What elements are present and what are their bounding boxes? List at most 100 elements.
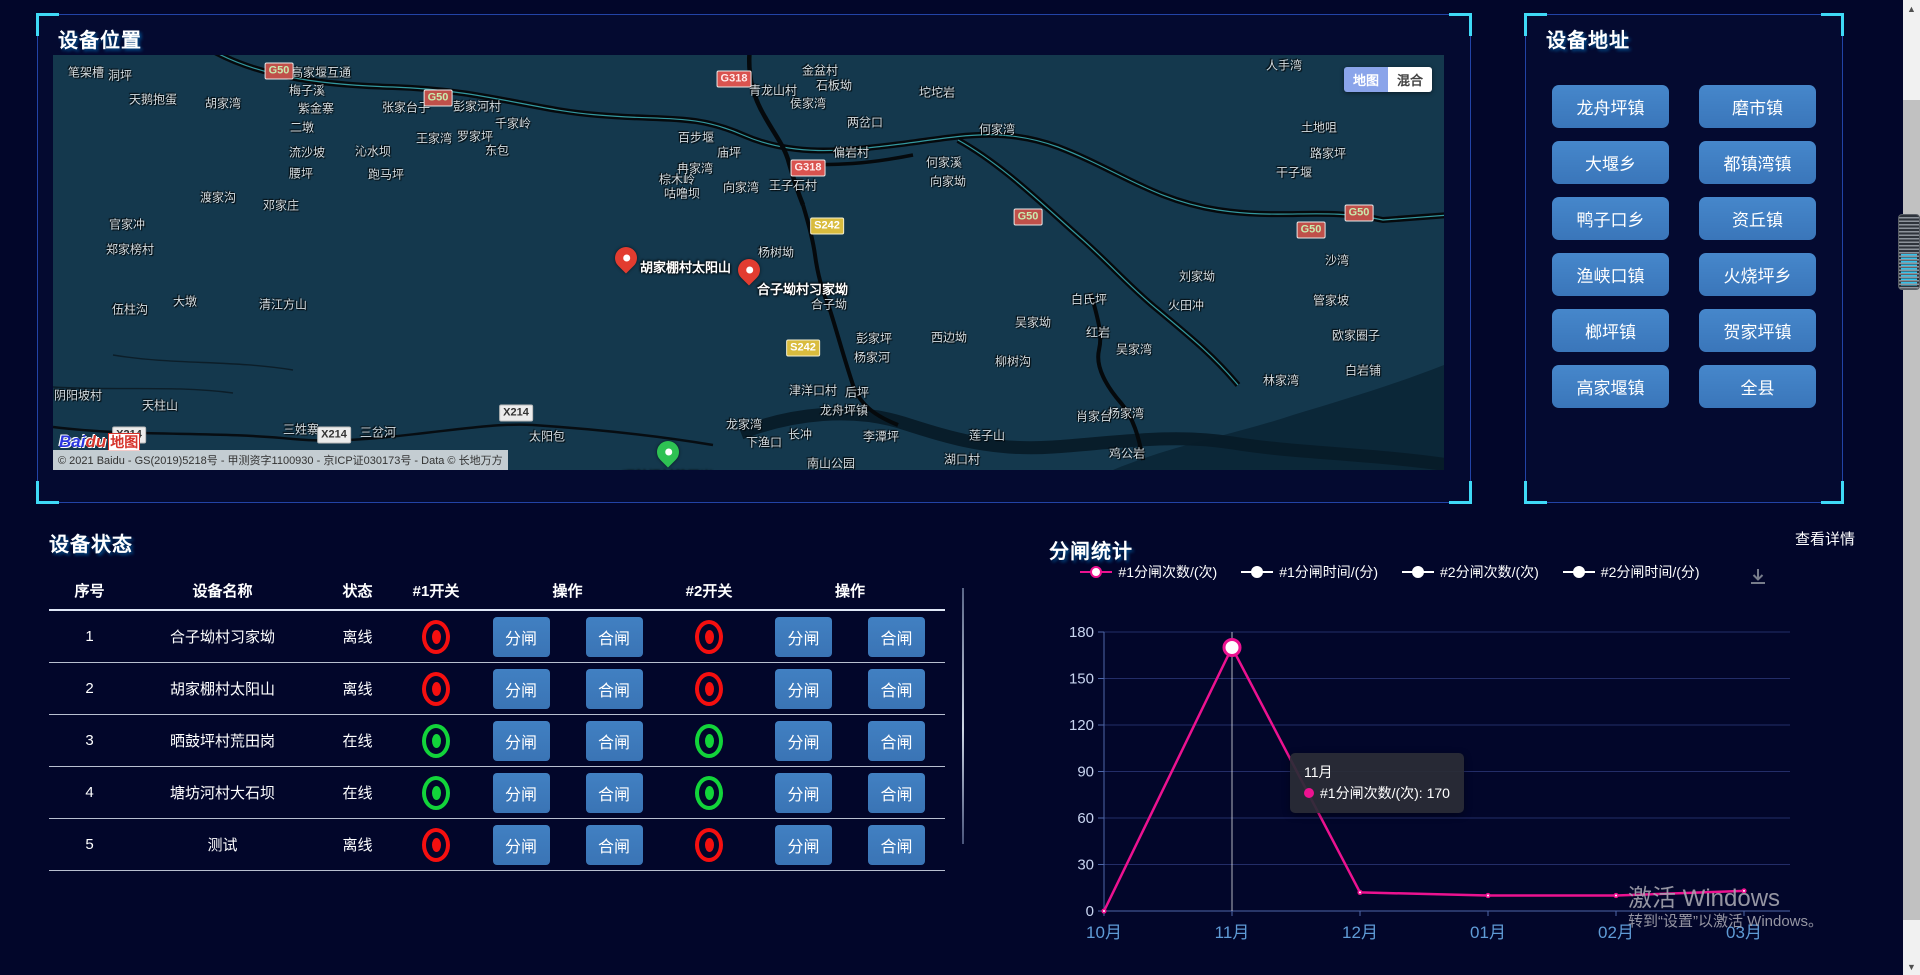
- open-switch-button[interactable]: 分闸: [775, 669, 832, 709]
- address-button[interactable]: 火烧坪乡: [1699, 253, 1816, 296]
- close-switch-button[interactable]: 合闸: [868, 721, 925, 761]
- address-button[interactable]: 渔峡口镇: [1552, 253, 1669, 296]
- baidu-logo: Baidu地图: [59, 432, 140, 452]
- svg-text:12月: 12月: [1342, 923, 1378, 942]
- address-button[interactable]: 都镇湾镇: [1699, 141, 1816, 184]
- table-row: 4塘坊河村大石坝在线分闸合闸分闸合闸: [49, 767, 945, 819]
- device-status: 离线: [315, 834, 400, 855]
- corner-bracket: [36, 13, 59, 36]
- device-status: 在线: [315, 782, 400, 803]
- download-icon[interactable]: [1747, 566, 1769, 593]
- close-switch-button[interactable]: 合闸: [586, 721, 643, 761]
- open-switch-button[interactable]: 分闸: [493, 825, 550, 865]
- activate-windows-watermark: 激活 Windows: [1628, 878, 1780, 913]
- switch-indicator-red: [422, 828, 450, 862]
- scrollbar-down-arrow[interactable]: ▼: [1903, 958, 1920, 975]
- open-switch-button[interactable]: 分闸: [775, 773, 832, 813]
- corner-bracket: [36, 481, 59, 504]
- road-badge: G50: [1345, 205, 1374, 222]
- switch-status-cell: [663, 672, 755, 706]
- baidu-map[interactable]: 笔架槽洞坪高家堰互通天鹅抱蛋胡家湾梅子溪紫金寨二墩流沙坡沁水坝腰坪跑马坪渡家沟邓…: [53, 55, 1444, 470]
- table-header-cell: 操作: [472, 580, 663, 601]
- road-badge: G318: [791, 160, 826, 177]
- chart-legend: #1分闸次数/(次) #1分闸时间/(分) #2分闸次数/(次) #2分闸时间/(分): [1060, 562, 1720, 582]
- address-button[interactable]: 资丘镇: [1699, 197, 1816, 240]
- open-switch-button[interactable]: 分闸: [775, 825, 832, 865]
- table-header-cell: #2开关: [663, 580, 755, 601]
- legend-label: #1分闸时间/(分): [1279, 562, 1378, 582]
- close-switch-button[interactable]: 合闸: [868, 617, 925, 657]
- device-status: 在线: [315, 730, 400, 751]
- switch-indicator-red: [422, 620, 450, 654]
- open-switch-button[interactable]: 分闸: [493, 617, 550, 657]
- map-type-control: 地图混合: [1344, 67, 1432, 92]
- status-section-title: 设备状态: [49, 528, 964, 557]
- legend-label: #1分闸次数/(次): [1118, 562, 1217, 582]
- operation-cell: 分闸合闸: [755, 825, 945, 865]
- device-status: 离线: [315, 626, 400, 647]
- address-button[interactable]: 鸭子口乡: [1552, 197, 1669, 240]
- address-panel-title: 设备地址: [1546, 24, 1630, 53]
- baidu-logo-bai: Bai: [59, 432, 85, 451]
- address-button[interactable]: 大堰乡: [1552, 141, 1669, 184]
- close-switch-button[interactable]: 合闸: [586, 773, 643, 813]
- chart-tooltip: 11月 #1分闸次数/(次): 170: [1290, 753, 1464, 813]
- legend-label: #2分闸次数/(次): [1440, 562, 1539, 582]
- corner-bracket: [1821, 13, 1844, 36]
- activate-windows-watermark-sub: 转到“设置”以激活 Windows。: [1628, 910, 1823, 931]
- close-switch-button[interactable]: 合闸: [586, 617, 643, 657]
- svg-text:30: 30: [1077, 857, 1094, 874]
- device-name: 塘坊河村大石坝: [130, 782, 315, 803]
- table-row: 2胡家棚村太阳山离线分闸合闸分闸合闸: [49, 663, 945, 715]
- table-header-cell: 序号: [49, 580, 130, 601]
- address-button[interactable]: 榔坪镇: [1552, 309, 1669, 352]
- close-switch-button[interactable]: 合闸: [586, 669, 643, 709]
- map-panel-title: 设备位置: [58, 24, 142, 53]
- table-header-row: 序号设备名称状态#1开关操作#2开关操作: [49, 571, 945, 611]
- table-scrollbar[interactable]: [962, 588, 964, 844]
- road-badge: G318: [717, 71, 752, 88]
- device-name: 合子坳村习家坳: [130, 626, 315, 647]
- open-switch-button[interactable]: 分闸: [775, 721, 832, 761]
- svg-text:01月: 01月: [1470, 923, 1506, 942]
- legend-item[interactable]: #2分闸时间/(分): [1563, 562, 1700, 582]
- open-switch-button[interactable]: 分闸: [493, 773, 550, 813]
- map-type-option-button[interactable]: 混合: [1388, 67, 1432, 92]
- legend-marker: [1563, 566, 1595, 578]
- legend-marker: [1402, 566, 1434, 578]
- close-switch-button[interactable]: 合闸: [868, 773, 925, 813]
- open-switch-button[interactable]: 分闸: [775, 617, 832, 657]
- switch-status-cell: [663, 828, 755, 862]
- view-details-link[interactable]: 查看详情: [1795, 528, 1855, 549]
- scrollbar-up-arrow[interactable]: ▲: [1903, 0, 1920, 17]
- operation-cell: 分闸合闸: [755, 617, 945, 657]
- row-number: 1: [49, 628, 130, 645]
- address-button[interactable]: 贺家坪镇: [1699, 309, 1816, 352]
- open-switch-button[interactable]: 分闸: [493, 721, 550, 761]
- baidu-logo-map: 地图: [108, 433, 140, 451]
- close-switch-button[interactable]: 合闸: [868, 825, 925, 865]
- road-badge: X214: [499, 405, 533, 422]
- device-name: 胡家棚村太阳山: [130, 678, 315, 699]
- road-badge: G50: [1297, 222, 1326, 239]
- address-button[interactable]: 龙舟坪镇: [1552, 85, 1669, 128]
- legend-item[interactable]: #1分闸时间/(分): [1241, 562, 1378, 582]
- map-type-selected-button[interactable]: 地图: [1344, 67, 1388, 92]
- close-switch-button[interactable]: 合闸: [868, 669, 925, 709]
- table-row: 5测试离线分闸合闸分闸合闸: [49, 819, 945, 871]
- switch-indicator-red: [422, 672, 450, 706]
- legend-item[interactable]: #2分闸次数/(次): [1402, 562, 1539, 582]
- address-button[interactable]: 高家堰镇: [1552, 365, 1669, 408]
- road-badge: G50: [265, 63, 294, 80]
- corner-bracket: [1524, 481, 1547, 504]
- address-button[interactable]: 磨市镇: [1699, 85, 1816, 128]
- road-badge: G50: [1014, 209, 1043, 226]
- address-button[interactable]: 全县: [1699, 365, 1816, 408]
- open-switch-button[interactable]: 分闸: [493, 669, 550, 709]
- legend-item[interactable]: #1分闸次数/(次): [1080, 562, 1217, 582]
- table-header-cell: 操作: [755, 580, 945, 601]
- close-switch-button[interactable]: 合闸: [586, 825, 643, 865]
- row-number: 3: [49, 732, 130, 749]
- chart-section-title: 分闸统计: [1049, 535, 1133, 564]
- page-scrollbar[interactable]: ▲ ▼: [1903, 0, 1920, 975]
